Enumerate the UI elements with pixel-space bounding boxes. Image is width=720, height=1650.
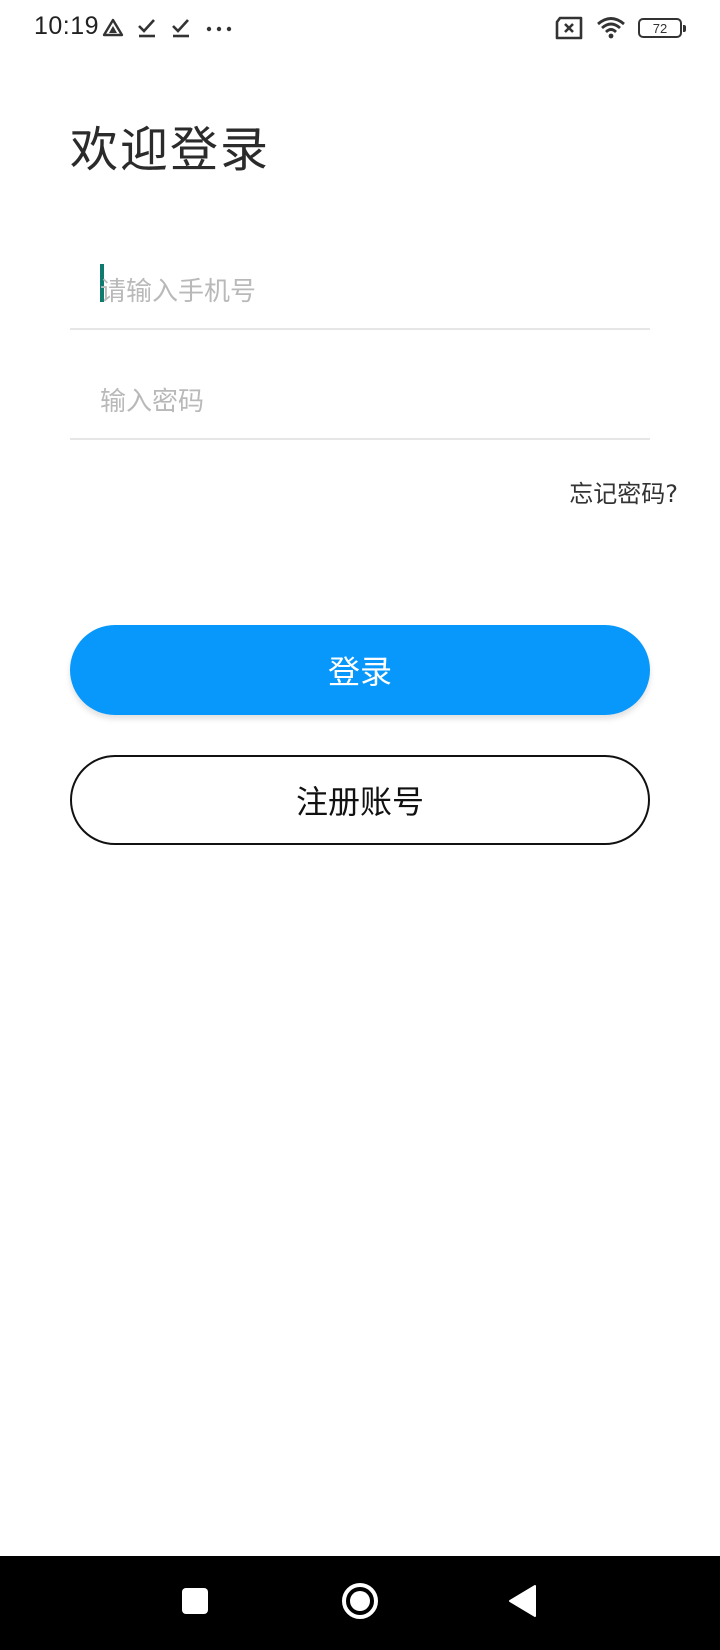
battery-level: 72 [652, 20, 668, 36]
password-field-container [70, 356, 650, 440]
phone-input[interactable] [100, 270, 630, 314]
forgot-password-link[interactable]: 忘记密码? [569, 474, 678, 509]
login-screen: 10:19 72 欢迎登录 请输入手机号 忘记密码? 登录 注册账号 [0, 0, 720, 1650]
login-button[interactable]: 登录 [70, 625, 650, 715]
status-bar: 10:19 72 [0, 0, 720, 56]
check-icon [170, 17, 192, 39]
more-dots-icon [204, 17, 234, 39]
recent-apps-icon [180, 1586, 210, 1620]
back-icon [507, 1584, 539, 1622]
battery-icon: 72 [638, 18, 686, 38]
register-button[interactable]: 注册账号 [70, 755, 650, 845]
back-button[interactable] [478, 1556, 568, 1650]
home-icon [339, 1580, 381, 1626]
page-title: 欢迎登录 [70, 122, 271, 178]
recent-apps-button[interactable] [150, 1556, 240, 1650]
check-icon [136, 17, 158, 39]
home-button[interactable] [315, 1556, 405, 1650]
password-input[interactable] [100, 380, 630, 424]
drive-icon [102, 17, 124, 39]
wifi-icon [596, 16, 626, 40]
status-time: 10:19 [34, 12, 100, 40]
navigation-bar [0, 1556, 720, 1650]
phone-field-container [70, 246, 650, 330]
sim-x-icon [554, 16, 584, 40]
